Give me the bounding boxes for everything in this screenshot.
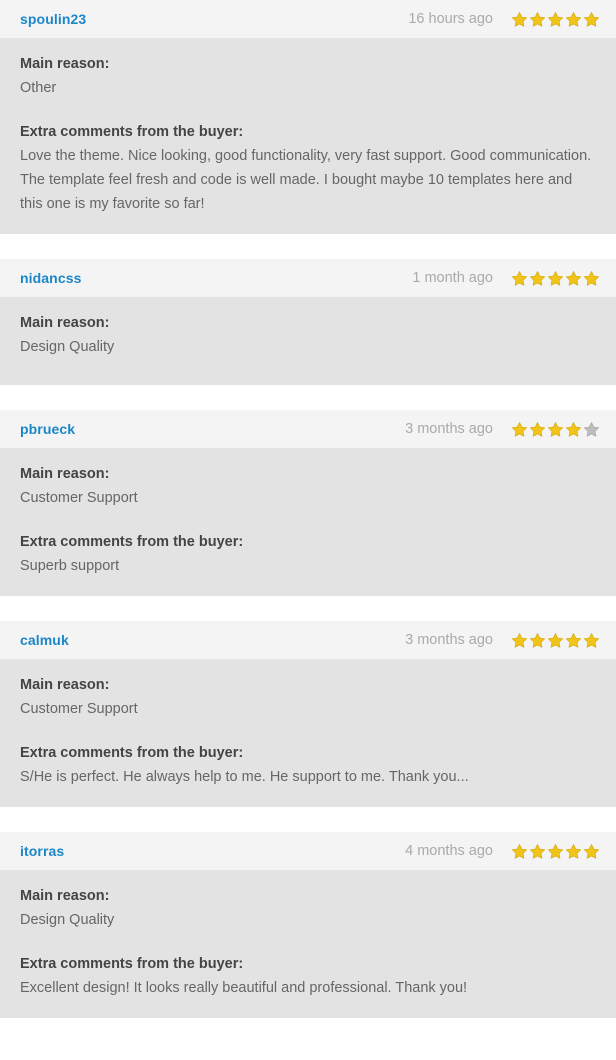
star-icon (584, 843, 599, 859)
review-header: nidancss 1 month ago (0, 259, 616, 297)
extra-comments-label: Extra comments from the buyer: (20, 534, 244, 550)
review-username-link-pbrueck[interactable]: pbrueck (20, 421, 75, 437)
extra-comments-value: Love the theme. Nice looking, good funct… (20, 148, 592, 212)
main-reason-label: Main reason: (20, 56, 110, 72)
extra-comments-value: Superb support (20, 558, 120, 574)
extra-comments-block: Extra comments from the buyer: S/He is p… (20, 741, 596, 789)
star-icon (530, 270, 545, 286)
main-reason-value: Design Quality (20, 912, 115, 928)
star-rating (511, 11, 600, 28)
main-reason-block: Main reason: Other (20, 52, 596, 100)
star-rating (511, 632, 600, 649)
review-header: pbrueck 3 months ago (0, 410, 616, 448)
star-icon (512, 11, 527, 27)
extra-comments-value: S/He is perfect. He always help to me. H… (20, 769, 469, 785)
review-body: Main reason: Customer Support Extra comm… (0, 659, 616, 807)
star-rating (511, 270, 600, 287)
extra-comments-block: Extra comments from the buyer: Love the … (20, 120, 596, 216)
extra-comments-value: Excellent design! It looks really beauti… (20, 980, 468, 996)
review-body: Main reason: Other Extra comments from t… (0, 38, 616, 234)
review-header: itorras 4 months ago (0, 832, 616, 870)
main-reason-value: Design Quality (20, 339, 115, 355)
review-username-link-itorras[interactable]: itorras (20, 843, 64, 859)
star-icon (566, 270, 581, 286)
extra-comments-block: Extra comments from the buyer: Excellent… (20, 952, 596, 1000)
extra-comments-label: Extra comments from the buyer: (20, 745, 244, 761)
star-icon (566, 421, 581, 437)
star-rating (511, 843, 600, 860)
star-icon (548, 421, 563, 437)
main-reason-label: Main reason: (20, 315, 110, 331)
star-icon (566, 11, 581, 27)
review-username-link-nidancss[interactable]: nidancss (20, 270, 82, 286)
star-icon (530, 843, 545, 859)
star-icon (584, 421, 599, 437)
star-icon (512, 632, 527, 648)
review-timestamp: 3 months ago (405, 632, 493, 648)
review-username-link-calmuk[interactable]: calmuk (20, 632, 69, 648)
review-timestamp: 16 hours ago (408, 11, 493, 27)
main-reason-value: Other (20, 80, 57, 96)
main-reason-block: Main reason: Design Quality (20, 311, 596, 359)
extra-comments-label: Extra comments from the buyer: (20, 956, 244, 972)
review-timestamp: 4 months ago (405, 843, 493, 859)
star-icon (512, 421, 527, 437)
star-icon (530, 421, 545, 437)
star-icon (584, 11, 599, 27)
review-card: itorras 4 months ago Main reason: Design… (0, 832, 616, 1018)
review-body: Main reason: Customer Support Extra comm… (0, 448, 616, 596)
review-card: spoulin23 16 hours ago Main reason: Othe… (0, 0, 616, 234)
star-icon (584, 632, 599, 648)
main-reason-block: Main reason: Customer Support (20, 673, 596, 721)
review-header: calmuk 3 months ago (0, 621, 616, 659)
review-card: pbrueck 3 months ago Main reason: Custom… (0, 410, 616, 596)
review-body: Main reason: Design Quality (0, 297, 616, 385)
main-reason-block: Main reason: Customer Support (20, 462, 596, 510)
reviews-list: spoulin23 16 hours ago Main reason: Othe… (0, 0, 616, 1018)
main-reason-label: Main reason: (20, 677, 110, 693)
star-icon (584, 270, 599, 286)
main-reason-block: Main reason: Design Quality (20, 884, 596, 932)
star-icon (548, 632, 563, 648)
main-reason-value: Customer Support (20, 701, 138, 717)
star-icon (530, 632, 545, 648)
star-icon (512, 270, 527, 286)
review-body: Main reason: Design Quality Extra commen… (0, 870, 616, 1018)
star-icon (548, 270, 563, 286)
main-reason-label: Main reason: (20, 466, 110, 482)
star-rating (511, 421, 600, 438)
extra-comments-block: Extra comments from the buyer: Superb su… (20, 530, 596, 578)
extra-comments-label: Extra comments from the buyer: (20, 124, 244, 140)
star-icon (548, 843, 563, 859)
star-icon (566, 843, 581, 859)
main-reason-value: Customer Support (20, 490, 138, 506)
review-username-link-spoulin23[interactable]: spoulin23 (20, 11, 86, 27)
review-card: calmuk 3 months ago Main reason: Custome… (0, 621, 616, 807)
review-card: nidancss 1 month ago Main reason: Design… (0, 259, 616, 385)
main-reason-label: Main reason: (20, 888, 110, 904)
review-header: spoulin23 16 hours ago (0, 0, 616, 38)
star-icon (548, 11, 563, 27)
star-icon (566, 632, 581, 648)
review-timestamp: 1 month ago (412, 270, 493, 286)
review-timestamp: 3 months ago (405, 421, 493, 437)
star-icon (512, 843, 527, 859)
star-icon (530, 11, 545, 27)
